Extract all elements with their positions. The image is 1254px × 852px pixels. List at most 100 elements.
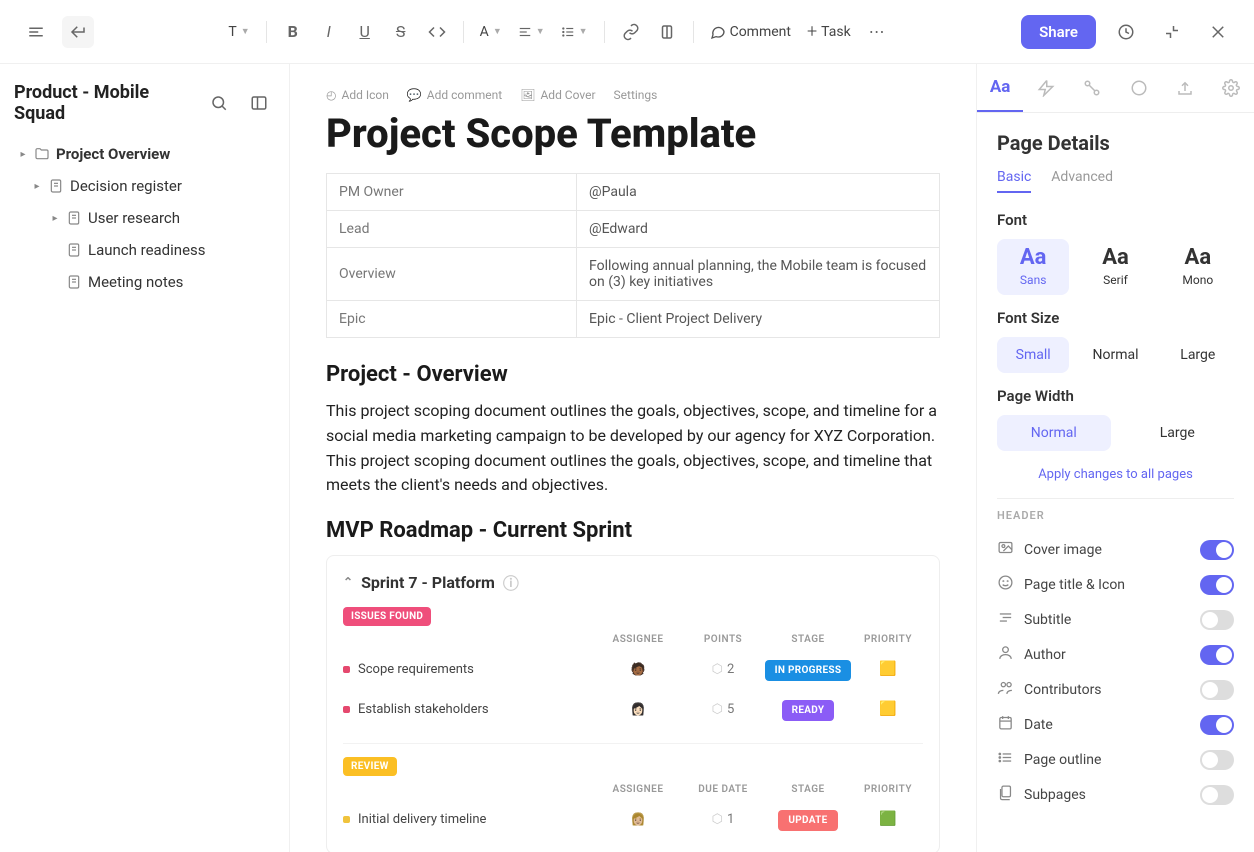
add-icon-label: Add Icon — [341, 88, 388, 102]
toggle-label: Page title & Icon — [1024, 577, 1125, 593]
fontsize-label: Font Size — [997, 309, 1234, 327]
menu-icon[interactable] — [20, 16, 52, 48]
stage-badge[interactable]: UPDATE — [778, 810, 837, 831]
task-row[interactable]: Initial delivery timeline👩🏼⬡1UPDATE🟩 — [343, 799, 923, 839]
back-icon[interactable] — [62, 16, 94, 48]
fontsize-option-small[interactable]: Small — [997, 337, 1069, 373]
comment-button[interactable]: Comment — [704, 20, 797, 44]
stage-badge[interactable]: IN PROGRESS — [765, 660, 852, 681]
tree-item-label: Project Overview — [56, 145, 170, 163]
font-option-sans[interactable]: AaSans — [997, 239, 1069, 295]
pagewidth-option-large[interactable]: Large — [1121, 415, 1235, 451]
toggle-label: Cover image — [1024, 542, 1102, 558]
tree-item-label: Meeting notes — [88, 273, 183, 291]
task-button[interactable]: +Task — [801, 17, 857, 46]
bookmark-button[interactable] — [651, 16, 683, 48]
panel-tab-settings[interactable] — [1208, 64, 1254, 112]
sidebar: Product - Mobile Squad ▸Project Overview… — [0, 64, 290, 852]
subtab-advanced[interactable]: Advanced — [1051, 169, 1113, 193]
assignee-avatar[interactable]: 👩🏻 — [624, 695, 652, 723]
toggle-row-author: Author — [997, 637, 1234, 672]
property-row[interactable]: Lead@Edward — [327, 211, 940, 248]
history-icon[interactable] — [1110, 16, 1142, 48]
toggle-label: Page outline — [1024, 752, 1101, 768]
emoji-icon — [997, 574, 1014, 595]
apply-changes-link[interactable]: Apply changes to all pages — [997, 467, 1234, 482]
priority-flag-icon[interactable]: 🟨 — [853, 661, 923, 677]
panel-tab-relations[interactable] — [1069, 64, 1115, 112]
info-icon[interactable]: ⓘ — [503, 570, 519, 594]
page-title[interactable]: Project Scope Template — [326, 110, 940, 157]
align-dropdown[interactable]: ▼ — [512, 21, 551, 43]
toggle-switch[interactable] — [1200, 680, 1234, 700]
column-header — [343, 634, 593, 645]
document-main: ◴ Add Icon 💬 Add comment 🖼 Add Cover Set… — [290, 64, 976, 852]
panel-toggle-icon[interactable] — [243, 87, 275, 119]
assignee-avatar[interactable]: 🧑🏾 — [624, 655, 652, 683]
text-style-dropdown[interactable]: T ▼ — [222, 20, 255, 44]
panel-tab-export[interactable] — [1162, 64, 1208, 112]
close-icon[interactable] — [1202, 16, 1234, 48]
priority-flag-icon[interactable]: 🟩 — [853, 811, 923, 827]
assignee-avatar[interactable]: 👩🏼 — [624, 805, 652, 833]
toggle-switch[interactable] — [1200, 750, 1234, 770]
add-cover-button[interactable]: 🖼 Add Cover — [520, 88, 595, 102]
fontsize-option-large[interactable]: Large — [1162, 337, 1234, 373]
font-option-serif[interactable]: AaSerif — [1079, 239, 1151, 295]
task-name-text: Establish stakeholders — [358, 702, 489, 717]
property-row[interactable]: PM Owner@Paula — [327, 174, 940, 211]
toggle-switch[interactable] — [1200, 575, 1234, 595]
strikethrough-button[interactable]: S — [385, 16, 417, 48]
column-header: POINTS — [683, 634, 763, 645]
sidebar-item-launch-readiness[interactable]: ▸Launch readiness — [14, 234, 275, 266]
image-icon — [997, 539, 1014, 560]
add-comment-label: Add comment — [427, 88, 502, 102]
share-button[interactable]: Share — [1021, 15, 1096, 49]
task-row[interactable]: Establish stakeholders👩🏻⬡5READY🟨 — [343, 689, 923, 729]
toggle-switch[interactable] — [1200, 645, 1234, 665]
sidebar-item-project-overview[interactable]: ▸Project Overview — [14, 138, 275, 170]
settings-button[interactable]: Settings — [614, 88, 658, 102]
more-icon[interactable]: ⋯ — [861, 16, 893, 48]
property-row[interactable]: EpicEpic - Client Project Delivery — [327, 301, 940, 338]
add-icon-button[interactable]: ◴ Add Icon — [326, 88, 389, 102]
text-style-label: T — [228, 24, 236, 40]
italic-button[interactable]: I — [313, 16, 345, 48]
list-dropdown[interactable]: ▼ — [555, 21, 594, 43]
panel-tab-automation[interactable] — [1023, 64, 1069, 112]
fontsize-option-normal[interactable]: Normal — [1079, 337, 1151, 373]
pagewidth-option-normal[interactable]: Normal — [997, 415, 1111, 451]
property-row[interactable]: OverviewFollowing annual planning, the M… — [327, 248, 940, 301]
panel-tab-typography[interactable]: Aa — [977, 64, 1023, 112]
priority-flag-icon[interactable]: 🟨 — [853, 701, 923, 717]
panel-tab-comments[interactable] — [1116, 64, 1162, 112]
property-value: Following annual planning, the Mobile te… — [577, 248, 940, 301]
properties-table: PM Owner@PaulaLead@EdwardOverviewFollowi… — [326, 173, 940, 338]
property-value: @Edward — [577, 211, 940, 248]
collapse-icon[interactable] — [1156, 16, 1188, 48]
user-icon — [997, 644, 1014, 665]
code-button[interactable] — [421, 16, 453, 48]
tree-item-label: Decision register — [70, 177, 182, 195]
toggle-row-page-title-icon: Page title & Icon — [997, 567, 1234, 602]
font-option-mono[interactable]: AaMono — [1162, 239, 1234, 295]
toggle-switch[interactable] — [1200, 785, 1234, 805]
toggle-switch[interactable] — [1200, 540, 1234, 560]
toggle-switch[interactable] — [1200, 610, 1234, 630]
toggle-switch[interactable] — [1200, 715, 1234, 735]
chevron-down-icon[interactable]: ⌃ — [343, 575, 353, 589]
underline-button[interactable]: U — [349, 16, 381, 48]
sidebar-item-meeting-notes[interactable]: ▸Meeting notes — [14, 266, 275, 298]
subtab-basic[interactable]: Basic — [997, 169, 1031, 193]
task-row[interactable]: Scope requirements🧑🏾⬡2IN PROGRESS🟨 — [343, 649, 923, 689]
sidebar-item-user-research[interactable]: ▸User research — [14, 202, 275, 234]
stage-badge[interactable]: READY — [782, 700, 835, 721]
search-icon[interactable] — [203, 87, 235, 119]
add-comment-button[interactable]: 💬 Add comment — [407, 88, 502, 102]
overview-paragraph[interactable]: This project scoping document outlines t… — [326, 399, 940, 498]
sidebar-item-decision-register[interactable]: ▸Decision register — [14, 170, 275, 202]
bold-button[interactable]: B — [277, 16, 309, 48]
task-bullet-icon — [343, 816, 350, 823]
text-color-dropdown[interactable]: A ▼ — [474, 20, 508, 44]
link-button[interactable] — [615, 16, 647, 48]
